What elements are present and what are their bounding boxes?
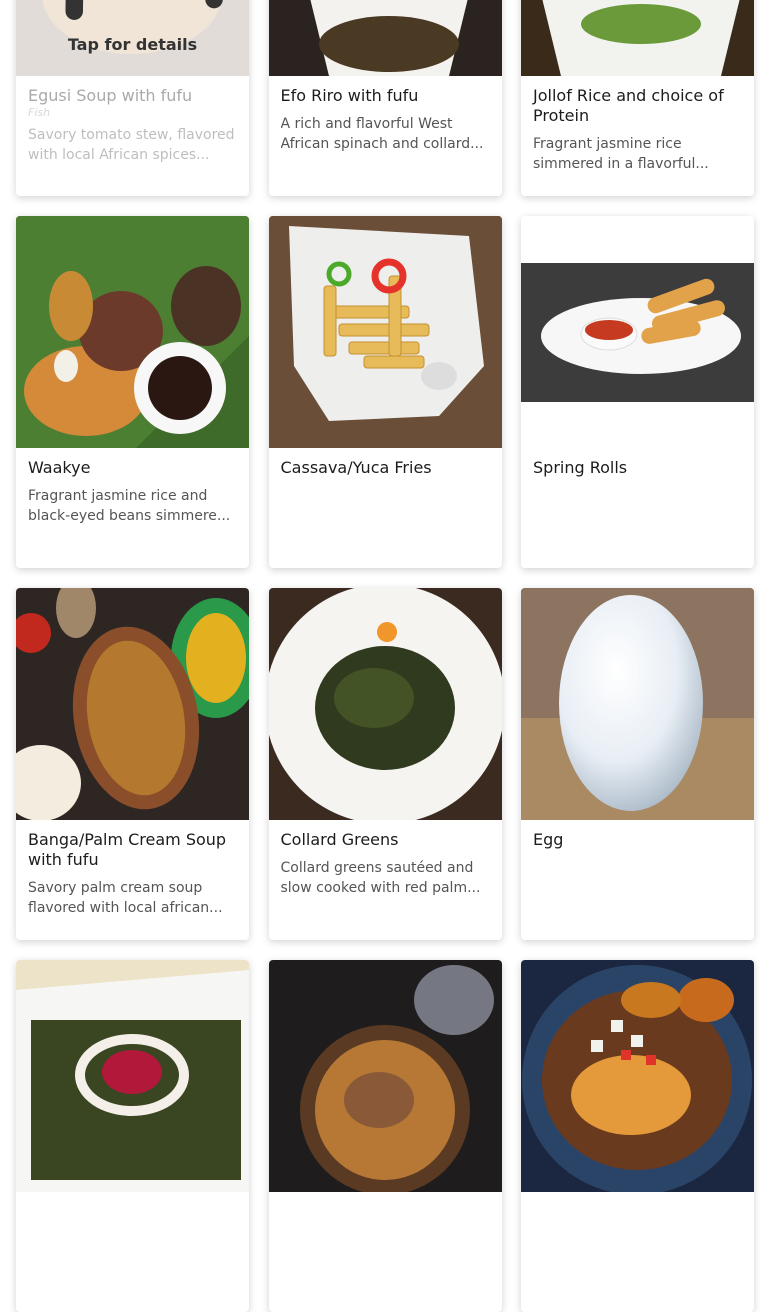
item-title: Jollof Rice and choice of Protein (533, 86, 724, 125)
item-title: Waakye (28, 458, 91, 477)
menu-item-card[interactable]: Collard Greens Collard greens sautéed an… (268, 588, 502, 940)
menu-item-card[interactable]: Waakye Fragrant jasmine rice and black-e… (16, 216, 249, 568)
gari-plantain-photo (521, 960, 754, 1192)
item-subtitle: Fish (28, 106, 51, 119)
menu-item-card[interactable]: Tap for details Egusi Soup with fufu Fis… (16, 0, 249, 196)
item-title: Efo Riro with fufu (280, 86, 419, 105)
menu-item-card[interactable]: Efo Riro with fufu A rich and flavorful … (268, 0, 502, 196)
item-title: Collard Greens (280, 830, 399, 849)
spring-rolls-photo (521, 216, 754, 448)
item-description: Fragrant jasmine rice simmered in a flav… (533, 136, 709, 172)
greens-dish-photo (16, 960, 249, 1192)
item-description: A rich and flavorful West African spinac… (280, 116, 484, 152)
item-title: Cassava/Yuca Fries (280, 458, 432, 477)
tap-hand-icon (65, 0, 223, 20)
item-description: Savory palm cream soup flavored with loc… (28, 880, 223, 916)
collard-greens-photo (268, 588, 502, 820)
tap-for-details-overlay[interactable]: Tap for details (16, 0, 249, 76)
menu-item-card[interactable]: Egg (521, 588, 754, 940)
item-title: Banga/Palm Cream Soup with fufu (28, 830, 227, 869)
menu-item-card[interactable]: Banga/Palm Cream Soup with fufu Savory p… (16, 588, 249, 940)
item-description: Savory tomato stew, flavored with local … (28, 127, 235, 163)
menu-item-card[interactable]: Spring Rolls (521, 216, 754, 568)
menu-item-card[interactable]: Jollof Rice and choice of Protein Fragra… (521, 0, 754, 196)
menu-grid: Tap for details Egusi Soup with fufu Fis… (16, 0, 754, 1312)
egusi-soup-photo: Tap for details (16, 0, 249, 76)
item-title: Spring Rolls (533, 458, 628, 477)
menu-item-card[interactable] (521, 960, 754, 1312)
item-description: Fragrant jasmine rice and black-eyed bea… (28, 488, 231, 524)
tap-for-details-label: Tap for details (67, 35, 198, 54)
menu-item-card[interactable] (16, 960, 249, 1312)
menu-item-card[interactable]: Cassava/Yuca Fries (268, 216, 502, 568)
item-title: Egg (533, 830, 564, 849)
egg-photo (521, 588, 754, 820)
item-title: Egusi Soup with fufu (28, 86, 193, 105)
banga-soup-photo (16, 588, 249, 820)
efo-riro-photo (268, 0, 502, 76)
cassava-fries-photo (268, 216, 502, 448)
menu-item-card[interactable] (268, 960, 502, 1312)
goat-stew-photo (268, 960, 502, 1192)
jollof-rice-photo (521, 0, 754, 76)
waakye-photo (16, 216, 249, 448)
item-description: Collard greens sautéed and slow cooked w… (280, 860, 481, 896)
